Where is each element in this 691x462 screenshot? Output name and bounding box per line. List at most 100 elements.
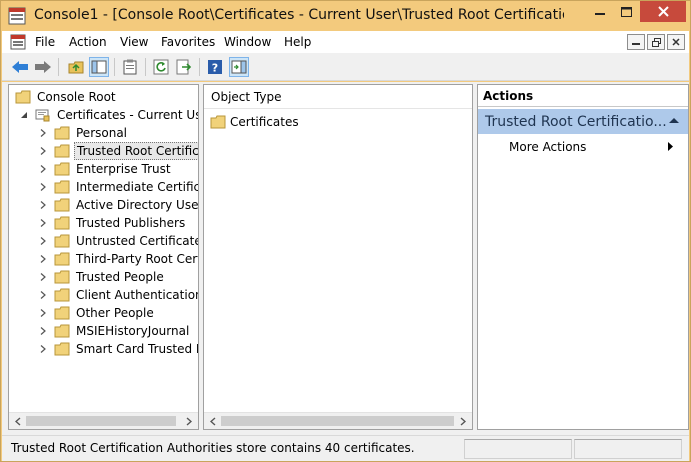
menu-favorites[interactable]: Favorites [161, 35, 215, 49]
title-bar[interactable]: Console1 - [Console Root\Certificates - … [1, 1, 690, 31]
child-minimize-button[interactable] [627, 34, 645, 50]
tree-item-store[interactable]: Trusted Root Certificatio [38, 142, 198, 160]
actions-pane: Actions Trusted Root Certificatio... Mor… [477, 84, 689, 430]
tree-item-store[interactable]: Client Authentication Is [38, 286, 199, 304]
tree-item-console-root[interactable]: Console Root [15, 88, 118, 106]
expand-arrow-icon[interactable] [38, 344, 48, 354]
maximize-button[interactable] [613, 1, 640, 22]
help-icon: ? [208, 60, 222, 75]
collapse-up-icon[interactable] [669, 117, 679, 124]
folder-icon [54, 252, 70, 266]
expand-arrow-icon[interactable] [38, 290, 48, 300]
tree-item-store[interactable]: Enterprise Trust [38, 160, 173, 178]
tree-item-label: Client Authentication Is [76, 288, 199, 302]
tree-item-store[interactable]: Active Directory User O [38, 196, 199, 214]
expand-arrow-icon[interactable] [38, 236, 48, 246]
result-pane[interactable]: Object Type Certificates [203, 84, 473, 430]
maximize-icon [621, 6, 632, 17]
list-item[interactable]: Certificates [210, 113, 299, 131]
child-restore-button[interactable] [647, 34, 665, 50]
folder-icon [54, 234, 70, 248]
forward-button[interactable] [33, 57, 53, 77]
column-header-object-type[interactable]: Object Type [204, 85, 472, 109]
toolbar: ? [2, 53, 689, 81]
action-pane-icon [231, 60, 247, 74]
action-more-actions[interactable]: More Actions [509, 140, 586, 154]
scroll-thumb[interactable] [221, 416, 454, 426]
mmc-console-icon [8, 7, 26, 25]
folder-icon [54, 144, 70, 158]
child-close-button[interactable] [667, 34, 685, 50]
svg-text:?: ? [212, 62, 218, 75]
properties-button[interactable] [120, 57, 140, 77]
scroll-left-icon[interactable] [12, 416, 24, 427]
up-one-level-button[interactable] [66, 57, 86, 77]
menu-view[interactable]: View [120, 35, 148, 49]
tree-item-label: Certificates - Current User [57, 108, 199, 122]
tree-item-store[interactable]: Other People [38, 304, 156, 322]
window-title: Console1 - [Console Root\Certificates - … [34, 7, 564, 23]
folder-icon [210, 115, 226, 129]
tree-item-store[interactable]: Trusted People [38, 268, 166, 286]
result-horizontal-scrollbar[interactable] [204, 412, 472, 429]
show-hide-action-pane-button[interactable] [229, 57, 249, 77]
tree-item-store[interactable]: Smart Card Trusted Roo [38, 340, 198, 358]
tree-item-store[interactable]: MSIEHistoryJournal [38, 322, 191, 340]
scroll-left-icon[interactable] [207, 416, 219, 427]
console-panes: Console Root Certificates - Current User… [2, 82, 689, 435]
tree-item-label: MSIEHistoryJournal [76, 324, 190, 338]
expand-arrow-icon[interactable] [38, 254, 48, 264]
tree-item-label: Smart Card Trusted Roo [76, 342, 198, 356]
expand-arrow-icon[interactable] [38, 146, 48, 156]
mmc-window: Console1 - [Console Root\Certificates - … [0, 0, 691, 462]
scroll-thumb[interactable] [26, 416, 176, 426]
tree-item-store[interactable]: Trusted Publishers [38, 214, 187, 232]
menu-file[interactable]: File [35, 35, 55, 49]
tree-horizontal-scrollbar[interactable] [9, 412, 198, 429]
folder-icon [54, 198, 70, 212]
expand-arrow-icon[interactable] [38, 128, 48, 138]
tree-item-label: Active Directory User O [76, 198, 199, 212]
status-text: Trusted Root Certification Authorities s… [11, 441, 415, 455]
expand-arrow-icon[interactable] [38, 182, 48, 192]
menu-help[interactable]: Help [284, 35, 311, 49]
export-list-button[interactable] [174, 57, 194, 77]
tree-item-label: Trusted Root Certificatio [74, 142, 198, 160]
tree-item-certificates-current-user[interactable]: Certificates - Current User [19, 106, 199, 124]
scroll-right-icon[interactable] [183, 416, 195, 427]
menu-action[interactable]: Action [69, 35, 107, 49]
expand-arrow-icon[interactable] [38, 164, 48, 174]
refresh-icon [153, 59, 169, 75]
menu-window[interactable]: Window [224, 35, 271, 49]
expand-arrow-icon[interactable] [38, 200, 48, 210]
folder-icon [54, 288, 70, 302]
refresh-button[interactable] [151, 57, 171, 77]
folder-icon [54, 342, 70, 356]
expand-arrow-icon[interactable] [38, 326, 48, 336]
folder-icon [54, 324, 70, 338]
back-button[interactable] [10, 57, 30, 77]
mmc-console-icon[interactable] [10, 34, 26, 50]
tree-item-label: Other People [76, 306, 154, 320]
expand-arrow-icon[interactable] [38, 308, 48, 318]
tree-item-label: Trusted Publishers [76, 216, 186, 230]
console-tree-pane[interactable]: Console Root Certificates - Current User… [8, 84, 199, 430]
chevron-right-icon[interactable] [668, 142, 674, 151]
expand-arrow-icon[interactable] [38, 218, 48, 228]
tree-item-store[interactable]: Intermediate Certificatio [38, 178, 198, 196]
tree-item-store[interactable]: Third-Party Root Certifi [38, 250, 198, 268]
actions-group-trusted-root[interactable]: Trusted Root Certificatio... [478, 109, 688, 134]
tree-item-store[interactable]: Personal [38, 124, 129, 142]
close-button[interactable] [640, 1, 686, 22]
help-button[interactable]: ? [205, 57, 225, 77]
folder-icon [54, 180, 70, 194]
collapse-arrow-icon[interactable] [19, 110, 29, 120]
scroll-right-icon[interactable] [457, 416, 469, 427]
restore-icon [651, 37, 661, 47]
show-hide-tree-button[interactable] [89, 57, 109, 77]
folder-icon [54, 270, 70, 284]
minimize-button[interactable] [586, 1, 613, 22]
close-icon [657, 6, 669, 17]
tree-item-store[interactable]: Untrusted Certificates [38, 232, 198, 250]
expand-arrow-icon[interactable] [38, 272, 48, 282]
